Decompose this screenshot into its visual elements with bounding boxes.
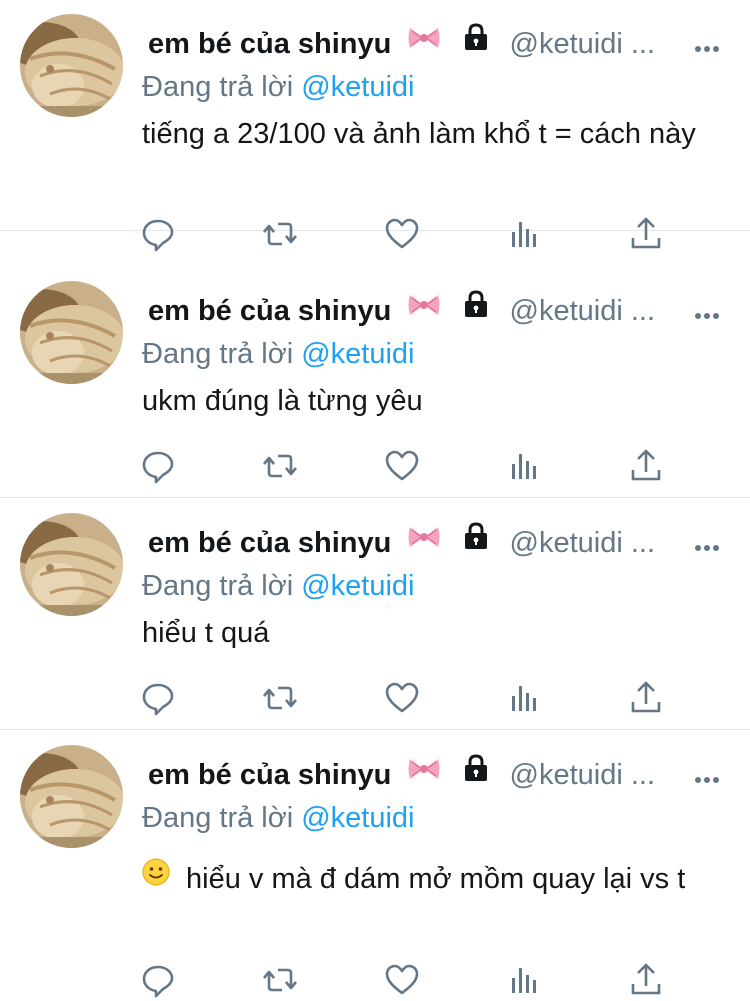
handle[interactable]: @ketuidi ... [510,527,656,559]
tweet-text: ukm đúng là từng yêu [142,385,423,417]
taiyaki-avatar-image [20,513,123,616]
tweet[interactable]: em bé của shinyu @ketuidi ... Đang trả l… [0,731,750,1001]
tweet[interactable]: em bé của shinyu @ketuidi ... Đang trả l… [0,0,750,252]
heart-icon[interactable] [384,216,420,252]
lock-icon [461,753,491,794]
ribbon-bow-icon [407,22,441,62]
share-icon[interactable] [628,680,664,716]
analytics-icon[interactable] [506,680,542,716]
tweet-feed[interactable]: em bé của shinyu @ketuidi ... Đang trả l… [0,0,750,1001]
handle[interactable]: @ketuidi ... [510,759,656,791]
display-name[interactable]: em bé của shinyu [148,28,391,60]
reply-icon[interactable] [140,216,176,252]
reply-context: Đang trả lời @ketuidi [142,566,414,606]
tweet-actions [0,680,750,716]
tweet[interactable]: em bé của shinyu @ketuidi ... Đang trả l… [0,267,750,498]
heart-icon[interactable] [384,448,420,484]
tweet-text-content: hiểu v mà đ dám mở mồm quay lại vs t [186,863,686,895]
more-dots-icon[interactable] [694,40,720,52]
share-icon[interactable] [628,962,664,998]
retweet-icon[interactable] [262,680,298,716]
taiyaki-avatar-image [20,281,123,384]
handle[interactable]: @ketuidi ... [510,295,656,327]
display-name[interactable]: em bé của shinyu [148,759,391,791]
lock-icon [461,289,491,330]
reply-handle-link[interactable]: @ketuidi [301,570,414,602]
reply-handle-link[interactable]: @ketuidi [301,338,414,370]
tweet-actions [0,448,750,484]
retweet-icon[interactable] [262,962,298,998]
reply-handle-link[interactable]: @ketuidi [301,802,414,834]
tweet[interactable]: em bé của shinyu @ketuidi ... Đang trả l… [0,499,750,730]
lock-icon [461,22,491,63]
analytics-icon[interactable] [506,448,542,484]
reply-icon[interactable] [140,448,176,484]
reply-prefix: Đang trả lời [142,570,294,602]
reply-prefix: Đang trả lời [142,338,294,370]
ribbon-bow-icon [407,521,441,561]
reply-context: Đang trả lời @ketuidi [142,334,414,374]
tweet-header: em bé của shinyu @ketuidi ... [148,22,708,64]
more-dots-icon[interactable] [694,307,720,319]
reply-prefix: Đang trả lời [142,71,294,103]
reply-icon[interactable] [140,962,176,998]
display-name[interactable]: em bé của shinyu [148,527,391,559]
reply-icon[interactable] [140,680,176,716]
avatar[interactable] [20,745,123,848]
analytics-icon[interactable] [506,216,542,252]
reply-context: Đang trả lời @ketuidi [142,67,414,107]
more-dots-icon[interactable] [694,539,720,551]
avatar[interactable] [20,513,123,616]
share-icon[interactable] [628,448,664,484]
ribbon-bow-icon [407,289,441,329]
tweet-header: em bé của shinyu @ketuidi ... [148,289,708,331]
tweet-actions [0,962,750,998]
avatar[interactable] [20,14,123,117]
reply-handle-link[interactable]: @ketuidi [301,71,414,103]
tweet-header: em bé của shinyu @ketuidi ... [148,753,708,795]
ribbon-bow-icon [407,753,441,793]
handle[interactable]: @ketuidi ... [510,28,656,60]
slightly-smiling-face-icon [142,857,170,897]
heart-icon[interactable] [384,680,420,716]
reply-context: Đang trả lời @ketuidi [142,798,414,838]
avatar[interactable] [20,281,123,384]
share-icon[interactable] [628,216,664,252]
lock-icon [461,521,491,562]
retweet-icon[interactable] [262,448,298,484]
display-name[interactable]: em bé của shinyu [148,295,391,327]
taiyaki-avatar-image [20,14,123,117]
tweet-text: tiếng a 23/100 và ảnh làm khổ t = cách n… [142,118,696,150]
tweet-actions [0,216,750,252]
analytics-icon[interactable] [506,962,542,998]
retweet-icon[interactable] [262,216,298,252]
heart-icon[interactable] [384,962,420,998]
taiyaki-avatar-image [20,745,123,848]
tweet-text: hiểu v mà đ dám mở mồm quay lại vs t [142,857,722,899]
more-dots-icon[interactable] [694,771,720,783]
tweet-header: em bé của shinyu @ketuidi ... [148,521,708,563]
reply-prefix: Đang trả lời [142,802,294,834]
tweet-text: hiểu t quá [142,617,270,649]
